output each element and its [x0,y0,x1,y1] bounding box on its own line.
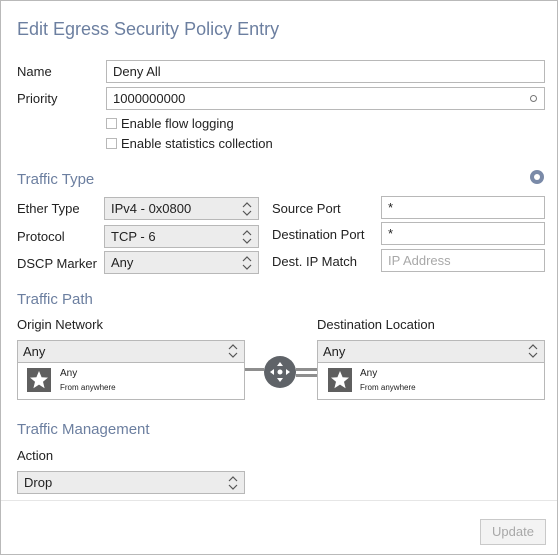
origin-network-box: Any Any From anywhere [17,340,245,400]
origin-network-subtitle: From anywhere [60,383,116,392]
priority-field[interactable]: 1000000000 [106,87,545,110]
origin-network-name: Any [60,368,78,379]
action-label: Action [17,448,54,463]
spinner-icon[interactable] [530,95,537,102]
gear-icon[interactable] [530,170,544,184]
traffic-management-heading: Traffic Management [17,421,150,438]
name-label: Name [17,64,52,79]
dscp-marker-select[interactable]: Any [104,251,259,274]
destination-port-label: Destination Port [272,227,365,242]
destination-location-label: Destination Location [317,317,435,332]
protocol-value: TCP - 6 [111,229,156,244]
connector-line [296,368,317,371]
destination-location-value: Any [323,344,346,359]
destination-location-name: Any [360,368,378,379]
footer-divider [1,500,557,501]
updown-chevron-icon [228,476,238,490]
name-field[interactable]: Deny All [106,60,545,83]
statistics-label: Enable statistics collection [121,136,273,151]
destination-location-subtitle: From anywhere [360,383,416,392]
connector-line [245,368,264,371]
destination-port-field[interactable]: * [381,222,545,245]
action-value: Drop [24,475,53,490]
flow-logging-label: Enable flow logging [121,116,234,131]
action-select[interactable]: Drop [17,471,245,494]
star-icon [328,368,352,392]
priority-value: 1000000000 [113,91,186,106]
destination-location-box: Any Any From anywhere [317,340,545,400]
ether-type-select[interactable]: IPv4 - 0x0800 [104,197,259,220]
flow-logging-checkbox[interactable] [106,118,117,129]
ether-type-label: Ether Type [17,201,80,216]
protocol-select[interactable]: TCP - 6 [104,225,259,248]
dscp-marker-label: DSCP Marker [17,256,97,271]
updown-chevron-icon [528,344,538,358]
updown-chevron-icon [242,230,252,244]
dialog-title: Edit Egress Security Policy Entry [17,19,280,39]
updown-chevron-icon [242,202,252,216]
update-button[interactable]: Update [480,519,546,545]
origin-network-label: Origin Network [17,317,103,332]
ether-type-value: IPv4 - 0x0800 [111,201,192,216]
statistics-checkbox[interactable] [106,138,117,149]
traffic-type-heading: Traffic Type [17,171,95,188]
protocol-label: Protocol [17,229,65,244]
dscp-marker-value: Any [111,255,134,270]
origin-network-value: Any [23,344,46,359]
origin-network-select[interactable]: Any [18,341,244,363]
source-port-field[interactable]: * [381,196,545,219]
priority-label: Priority [17,91,58,106]
traffic-path-heading: Traffic Path [17,291,93,308]
updown-chevron-icon [242,256,252,270]
updown-chevron-icon [228,344,238,358]
traffic-direction-icon [264,356,296,388]
destination-location-select[interactable]: Any [318,341,544,363]
source-port-label: Source Port [272,201,341,216]
dest-ip-match-label: Dest. IP Match [272,254,358,269]
dest-ip-match-field[interactable]: IP Address [381,249,545,272]
connector-line [296,374,317,377]
star-icon [27,368,51,392]
edit-policy-dialog: Edit Egress Security Policy Entry Name D… [0,0,558,555]
